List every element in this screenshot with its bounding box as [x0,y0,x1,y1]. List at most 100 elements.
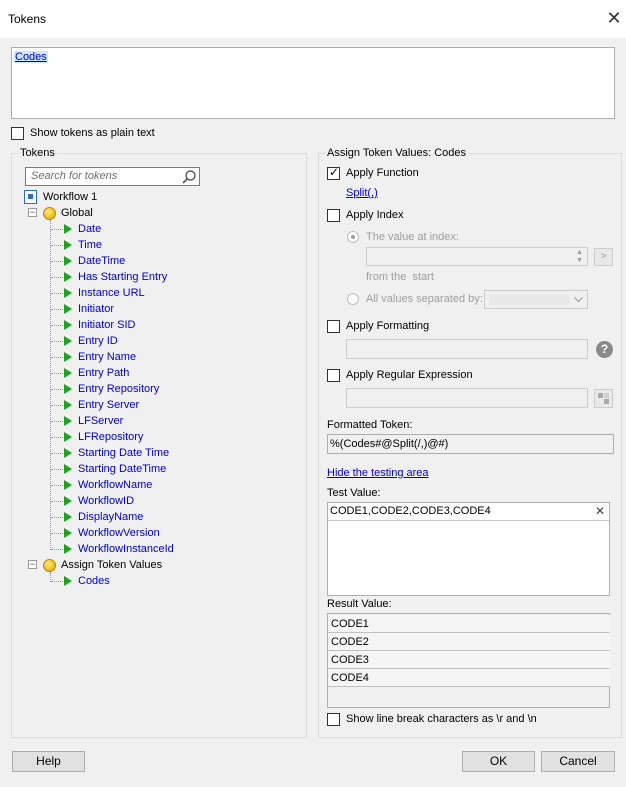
tree-token-item[interactable]: Entry Path [64,365,129,381]
tree-token-item[interactable]: LFRepository [64,429,143,445]
assign-group-title: Assign Token Values: Codes [325,147,469,159]
token-play-icon [64,336,72,347]
tree-root-workflow[interactable]: Workflow 1 [24,189,97,205]
result-row: CODE4 [328,669,610,687]
tree-guide-line [51,581,63,582]
apply-function-checkbox[interactable] [327,165,340,180]
hide-testing-area-link[interactable]: Hide the testing area [327,467,429,479]
function-split-link[interactable]: Split(,) [346,187,378,199]
token-editor[interactable]: Codes [11,47,615,119]
tree-node-assign-token-values[interactable]: Assign Token Values [43,557,162,573]
clear-icon[interactable]: ✕ [595,504,605,518]
token-play-icon [64,288,72,299]
tree-token-item[interactable]: Initiator SID [64,317,135,333]
all-values-radio[interactable] [347,293,359,305]
token-play-icon [64,320,72,331]
tree-token-item[interactable]: LFServer [64,413,123,429]
token-play-icon [64,544,72,555]
value-at-index-radio[interactable] [347,231,359,243]
tree-token-item[interactable]: Time [64,237,102,253]
regex-builder-icon[interactable] [594,389,613,408]
tree-guide-line [51,229,63,230]
token-play-icon [64,304,72,315]
search-icon[interactable] [181,169,197,185]
all-values-label: All values separated by: [366,293,483,305]
token-play-icon [64,272,72,283]
help-button[interactable]: Help [12,751,85,772]
tree-token-item[interactable]: DisplayName [64,509,143,525]
tree-guide-line [51,261,63,262]
assign-coin-icon [43,558,56,572]
help-question-icon[interactable]: ? [596,341,613,358]
separator-dropdown[interactable] [484,290,588,309]
regex-input[interactable] [346,388,588,408]
token-play-icon [64,256,72,267]
show-plain-text-checkbox[interactable] [11,127,24,140]
token-play-icon [64,448,72,459]
tree-token-item[interactable]: WorkflowVersion [64,525,160,541]
formatting-input[interactable] [346,339,588,359]
global-coin-icon [43,206,56,220]
tree-guide-line [51,373,63,374]
tree-token-item[interactable]: Starting DateTime [64,461,166,477]
tree-guide-line [51,293,63,294]
tree-guide-line [51,421,63,422]
cancel-button[interactable]: Cancel [541,751,615,772]
value-at-index-label: The value at index: [366,231,459,243]
token-play-icon [64,368,72,379]
spin-arrows-icon[interactable]: ▲ ▼ [576,249,583,265]
result-row: CODE1 [328,615,610,633]
apply-regex-checkbox[interactable] [327,369,340,382]
token-play-icon [64,512,72,523]
tree-guide-line [51,533,63,534]
token-play-icon [64,480,72,491]
apply-function-label: Apply Function [346,167,419,179]
tree-token-item[interactable]: Entry Server [64,397,139,413]
tree-token-item[interactable]: WorkflowID [64,493,134,509]
tree-guide-line [51,405,63,406]
selected-token[interactable]: Codes [14,51,48,63]
token-play-icon [64,384,72,395]
tree-guide-line [51,341,63,342]
test-value-input[interactable]: CODE1,CODE2,CODE3,CODE4 ✕ [327,502,610,596]
collapse-global-icon[interactable]: − [28,208,37,217]
tree-node-global[interactable]: Global [43,205,93,221]
collapse-assign-icon[interactable]: − [28,560,37,569]
tree-guide-line [51,501,63,502]
result-row: CODE2 [328,633,610,651]
tree-token-item[interactable]: Has Starting Entry [64,269,167,285]
index-go-button[interactable]: > [594,248,613,266]
tree-guide-line [51,325,63,326]
tree-token-item[interactable]: Entry Repository [64,381,159,397]
tree-token-item[interactable]: Starting Date Time [64,445,169,461]
tree-token-item[interactable]: Entry ID [64,333,118,349]
apply-formatting-checkbox[interactable] [327,320,340,333]
tree-token-item[interactable]: Entry Name [64,349,136,365]
tree-guide-line [51,453,63,454]
tree-token-item[interactable]: Date [64,221,101,237]
token-play-icon [64,464,72,475]
token-search-input[interactable]: Search for tokens [25,167,200,186]
tree-token-item[interactable]: Initiator [64,301,114,317]
token-play-icon [64,416,72,427]
ok-button[interactable]: OK [462,751,535,772]
tree-guide-line [51,277,63,278]
search-placeholder: Search for tokens [31,170,118,182]
tree-token-item[interactable]: WorkflowName [64,477,152,493]
test-value-text: CODE1,CODE2,CODE3,CODE4 [330,505,491,517]
apply-index-checkbox[interactable] [327,209,340,222]
tree-token-item[interactable]: Instance URL [64,285,145,301]
tree-token-item[interactable]: DateTime [64,253,125,269]
line-break-checkbox[interactable] [327,713,340,726]
tree-token-item[interactable]: Codes [64,573,110,589]
window-title: Tokens [8,12,47,26]
formatted-token-label: Formatted Token: [327,419,413,431]
index-spin-input[interactable]: ▲ ▼ [366,247,588,266]
close-icon[interactable]: ✕ [604,8,624,28]
token-play-icon [64,528,72,539]
test-value-divider [328,520,609,521]
tree-token-item[interactable]: WorkflowInstanceId [64,541,174,557]
token-play-icon [64,432,72,443]
tree-guide-line [51,517,63,518]
separator-value [489,294,569,305]
